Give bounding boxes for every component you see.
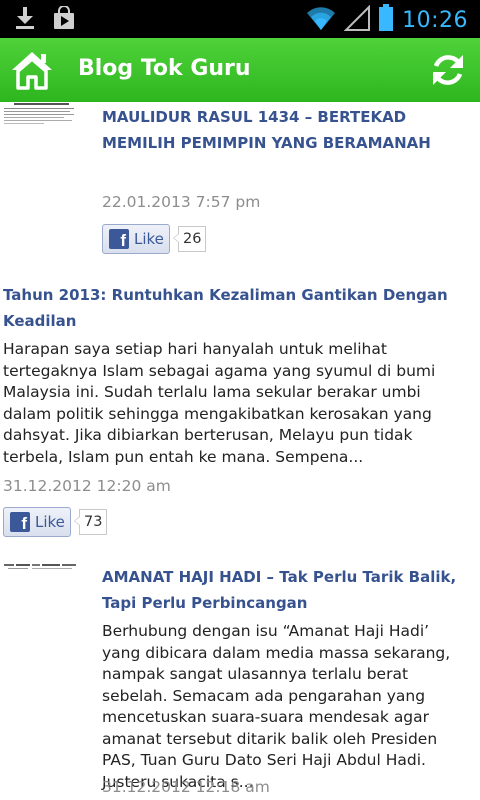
download-icon — [14, 6, 36, 34]
signal-icon — [343, 4, 371, 35]
like-count: 26 — [172, 226, 207, 252]
refresh-button[interactable] — [428, 50, 468, 90]
post-thumbnail — [4, 103, 74, 124]
like-count: 73 — [73, 509, 108, 535]
post-title[interactable]: MAULIDUR RASUL 1434 – BERTEKAD MEMILIH P… — [102, 104, 470, 156]
home-button[interactable] — [10, 49, 54, 91]
post-list[interactable]: MAULIDUR RASUL 1434 – BERTEKAD MEMILIH P… — [0, 102, 480, 800]
facebook-like-button[interactable]: f Like — [3, 507, 71, 537]
battery-icon — [378, 4, 394, 36]
facebook-icon: f — [109, 229, 129, 249]
wifi-icon — [306, 5, 336, 35]
status-bar: 10:26 — [0, 0, 480, 38]
facebook-icon: f — [10, 512, 30, 532]
facebook-like-button[interactable]: f Like — [102, 224, 170, 254]
post-title[interactable]: AMANAT HAJI HADI – Tak Perlu Tarik Balik… — [102, 564, 472, 616]
app-title: Blog Tok Guru — [78, 56, 251, 81]
post-date: 31.12.2012 12:20 am — [3, 477, 171, 495]
facebook-like-widget: f Like 73 — [3, 507, 108, 537]
post-excerpt: Harapan saya setiap hari hanyalah untuk … — [3, 340, 436, 466]
like-label: Like — [134, 230, 164, 248]
post-thumbnail — [4, 564, 76, 569]
home-icon — [12, 52, 52, 90]
post-date: 31.12.2012 12:18 am — [102, 778, 270, 796]
facebook-like-widget: f Like 26 — [102, 224, 207, 254]
clock: 10:26 — [402, 7, 468, 33]
action-bar: Blog Tok Guru — [0, 38, 480, 102]
post-title[interactable]: Tahun 2013: Runtuhkan Kezaliman Gantikan… — [3, 282, 463, 334]
refresh-icon — [433, 55, 463, 85]
shopping-bag-icon — [52, 5, 76, 34]
post-date: 22.01.2013 7:57 pm — [102, 193, 261, 211]
post-excerpt: Berhubung dengan isu “Amanat Haji Hadi’ … — [102, 622, 451, 791]
like-label: Like — [35, 513, 65, 531]
